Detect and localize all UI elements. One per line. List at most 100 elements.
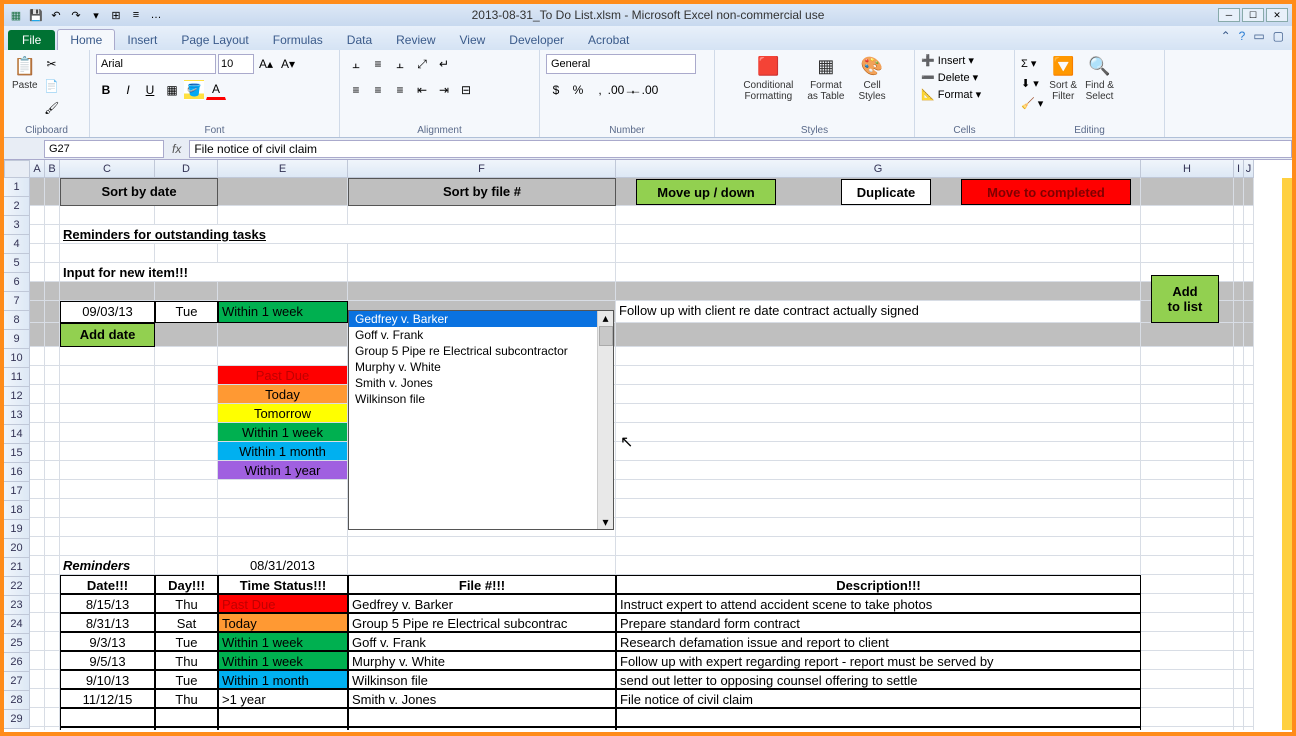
dropdown-item[interactable]: Goff v. Frank [349,327,613,343]
row-header[interactable]: 24 [4,615,30,634]
input-date-cell[interactable]: 09/03/13 [60,301,155,323]
move-up-down-button[interactable]: Move up / down [636,179,776,205]
save-icon[interactable]: 💾 [28,7,44,23]
decrease-indent-icon[interactable]: ⇤ [412,80,432,100]
size-select[interactable] [218,54,254,74]
row-header[interactable]: 25 [4,634,30,653]
duplicate-button[interactable]: Duplicate [841,179,931,205]
row-header[interactable]: 1 [4,178,30,197]
underline-button[interactable]: U [140,80,160,100]
align-bottom-icon[interactable]: ⫠ [390,54,410,74]
col-header[interactable]: J [1244,160,1254,178]
row-header[interactable]: 29 [4,710,30,729]
row-header[interactable]: 22 [4,577,30,596]
cell-styles-button[interactable]: 🎨Cell Styles [854,52,889,122]
name-box[interactable]: G27 [44,140,164,158]
tab-formulas[interactable]: Formulas [261,30,335,50]
window-icon[interactable]: ▭ [1253,29,1264,43]
col-header[interactable]: I [1234,160,1244,178]
row-header[interactable]: 12 [4,387,30,406]
window-icon[interactable]: ▢ [1273,29,1284,43]
row-header[interactable]: 8 [4,311,30,330]
dropdown-scrollbar[interactable]: ▴▾ [597,311,613,529]
redo-icon[interactable]: ↷ [68,7,84,23]
minimize-button[interactable]: ─ [1218,8,1240,22]
tab-insert[interactable]: Insert [115,30,169,50]
col-header[interactable]: A [30,160,45,178]
maximize-button[interactable]: ☐ [1242,8,1264,22]
find-select-button[interactable]: 🔍Find & Select [1081,52,1118,122]
format-button[interactable]: 📐 Format ▾ [921,88,1008,101]
copy-icon[interactable]: 📄 [42,76,62,96]
col-header[interactable]: E [218,160,348,178]
cells-area[interactable]: Sort by dateSort by file #Reminders for … [30,178,1254,730]
wrap-text-icon[interactable]: ↵ [434,54,454,74]
col-header[interactable]: H [1141,160,1234,178]
row-header[interactable]: 6 [4,273,30,292]
row-header[interactable]: 4 [4,235,30,254]
fx-icon[interactable]: fx [164,142,189,156]
dropdown-item[interactable]: Group 5 Pipe re Electrical subcontractor [349,343,613,359]
decrease-decimal-icon[interactable]: ←.00 [634,80,654,100]
qat-icon[interactable]: … [148,7,164,23]
insert-button[interactable]: ➕ Insert ▾ [921,54,1008,67]
align-center-icon[interactable]: ≡ [368,80,388,100]
align-top-icon[interactable]: ⫠ [346,54,366,74]
file-tab[interactable]: File [8,30,55,50]
clear-button[interactable]: 🧹 ▾ [1021,94,1043,114]
help-icon[interactable]: ? [1239,29,1246,43]
conditional-formatting-button[interactable]: 🟥Conditional Formatting [739,52,797,122]
align-right-icon[interactable]: ≡ [390,80,410,100]
tab-home[interactable]: Home [57,29,115,50]
number-format-select[interactable] [546,54,696,74]
sort-filter-button[interactable]: 🔽Sort & Filter [1045,52,1081,122]
formula-input[interactable]: File notice of civil claim [189,140,1292,158]
col-header[interactable]: D [155,160,218,178]
row-header[interactable]: 26 [4,653,30,672]
border-button[interactable]: ▦ [162,80,182,100]
fill-button[interactable]: ⬇ ▾ [1021,74,1043,94]
tab-view[interactable]: View [448,30,498,50]
row-header[interactable]: 11 [4,368,30,387]
minimize-ribbon-icon[interactable]: ⌃ [1221,29,1231,43]
row-header[interactable]: 13 [4,406,30,425]
fill-color-button[interactable]: 🪣 [184,80,204,100]
tab-page-layout[interactable]: Page Layout [169,30,260,50]
col-header[interactable]: G [616,160,1141,178]
dropdown-item[interactable]: Wilkinson file [349,391,613,407]
tab-review[interactable]: Review [384,30,447,50]
dropdown-item[interactable]: Murphy v. White [349,359,613,375]
row-header[interactable]: 20 [4,539,30,558]
row-header[interactable]: 14 [4,425,30,444]
row-header[interactable]: 23 [4,596,30,615]
increase-indent-icon[interactable]: ⇥ [434,80,454,100]
dropdown-item[interactable]: Smith v. Jones [349,375,613,391]
input-desc-cell[interactable]: Follow up with client re date contract a… [616,301,1141,323]
sort-by-date-button[interactable]: Sort by date [60,178,218,206]
merge-icon[interactable]: ⊟ [456,80,476,100]
align-middle-icon[interactable]: ≡ [368,54,388,74]
sort-by-file-button[interactable]: Sort by file # [348,178,616,206]
qat-icon[interactable]: ⊞ [108,7,124,23]
add-to-list-button[interactable]: Add to list [1151,275,1219,323]
row-header[interactable]: 5 [4,254,30,273]
row-header[interactable]: 9 [4,330,30,349]
font-select[interactable] [96,54,216,74]
italic-button[interactable]: I [118,80,138,100]
row-header[interactable]: 18 [4,501,30,520]
grow-font-icon[interactable]: A▴ [256,54,276,74]
row-header[interactable]: 28 [4,691,30,710]
orientation-icon[interactable]: ⤢ [412,54,432,74]
move-to-completed-button[interactable]: Move to completed [961,179,1131,205]
autosum-button[interactable]: Σ ▾ [1021,54,1043,74]
row-header[interactable]: 15 [4,444,30,463]
close-button[interactable]: ✕ [1266,8,1288,22]
format-painter-icon[interactable]: 🖌 [42,98,62,118]
file-dropdown[interactable]: Gedfrey v. Barker Goff v. Frank Group 5 … [348,310,614,530]
paste-button[interactable]: 📋 Paste [8,52,42,122]
undo-icon[interactable]: ↶ [48,7,64,23]
col-header[interactable]: B [45,160,60,178]
qat-icon[interactable]: ≡ [128,7,144,23]
tab-developer[interactable]: Developer [497,30,576,50]
percent-icon[interactable]: % [568,80,588,100]
